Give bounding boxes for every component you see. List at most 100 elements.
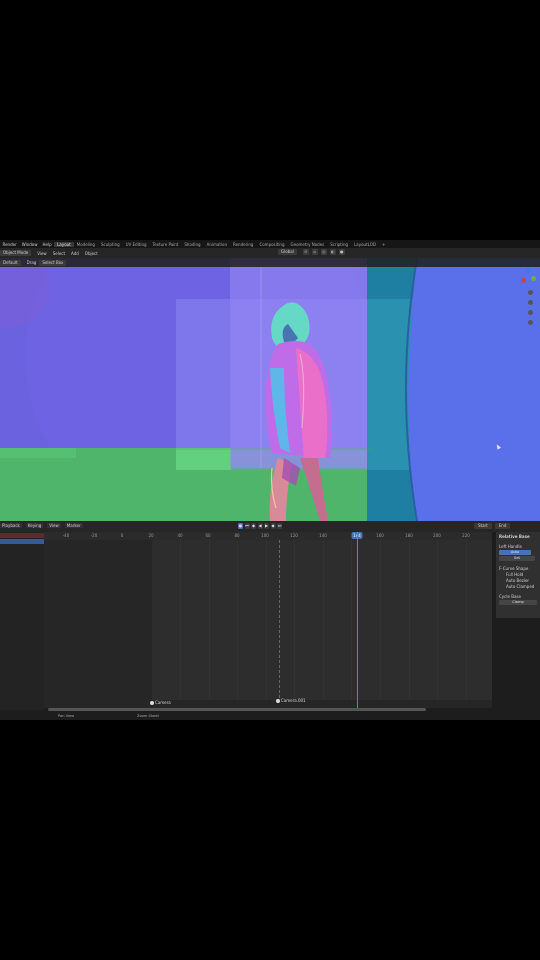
cycle-base-dropdown[interactable]: Clamp [499, 600, 537, 605]
play-button[interactable]: ▶ [264, 523, 269, 529]
transform-tools: Global ⊙ ⌂ ◎ ◐ ● [278, 249, 345, 255]
next-key-button[interactable]: ◆ [270, 523, 276, 529]
tick-label: 120 [290, 533, 298, 538]
menu-view[interactable]: View [34, 251, 50, 256]
jump-end-button[interactable]: ⏭ [277, 523, 282, 529]
tick-label: 160 [376, 533, 384, 538]
tick-label: 40 [177, 533, 183, 538]
status-pan-view: Pan View [58, 714, 75, 718]
tick-label: 0 [120, 533, 124, 538]
orientation-default-dropdown[interactable]: Default [0, 259, 21, 266]
gizmo-y-icon[interactable] [531, 276, 536, 281]
option-auto-bezier[interactable]: Auto Bezier [506, 578, 529, 583]
menu-timeline-view[interactable]: View [47, 523, 61, 528]
blender-window: Render Window Help Layout Modeling Sculp… [0, 240, 540, 720]
tick-label: 200 [433, 533, 441, 538]
start-frame-field[interactable]: Start [474, 523, 492, 529]
pivot-icon[interactable]: ⊙ [302, 249, 309, 255]
tick-label: -20 [90, 533, 98, 538]
left-handle-label: Left Handle [499, 544, 522, 549]
tick-label: 140 [319, 533, 327, 538]
set-button[interactable]: Set [499, 556, 535, 561]
menu-window[interactable]: Window [19, 242, 40, 247]
gizmo-perspective-icon[interactable] [528, 320, 533, 325]
add-workspace-button[interactable]: + [379, 242, 388, 247]
shading-icon[interactable]: ● [338, 249, 345, 255]
top-menubar: Render Window Help Layout Modeling Sculp… [0, 240, 540, 248]
select-box-dropdown[interactable]: Select Box [39, 259, 67, 266]
tool-settings-row: Default Drag Select Box [0, 258, 540, 267]
end-frame-field[interactable]: End [494, 523, 511, 529]
marker-camera-001[interactable]: Camera.001 [276, 698, 306, 703]
menu-help[interactable]: Help [40, 242, 54, 247]
viewport-header: Object Mode View Select Add Object Globa… [0, 248, 540, 258]
menu-keying[interactable]: Keying [25, 523, 44, 528]
tab-modeling[interactable]: Modeling [74, 242, 98, 247]
tab-scripting[interactable]: Scripting [327, 242, 351, 247]
status-bar: Pan View Zoom Sheet [0, 712, 540, 720]
camera-marker-icon [150, 701, 154, 705]
prev-key-button[interactable]: ◆ [251, 523, 256, 529]
option-auto-clamped[interactable]: Auto Clamped [506, 584, 534, 589]
fcurve-sidebar: Relative Base Left Handle Auto Set F-Cur… [496, 532, 540, 618]
status-zoom-sheet: Zoom Sheet [137, 714, 159, 718]
tick-label: 180 [405, 533, 413, 538]
gizmo-pan-icon[interactable] [528, 300, 533, 305]
navigation-gizmo[interactable] [519, 268, 537, 338]
frame-ruler[interactable]: -40 -20 0 20 40 60 80 100 120 140 160 18… [44, 532, 492, 540]
play-reverse-button[interactable]: ◀ [257, 523, 263, 529]
tick-label: 60 [205, 533, 211, 538]
jump-start-button[interactable]: ⏮ [244, 523, 250, 529]
channel-list [0, 532, 44, 710]
gizmo-z-icon[interactable] [526, 268, 531, 273]
tab-texture-paint[interactable]: Texture Paint [150, 242, 182, 247]
record-button[interactable]: ● [238, 523, 243, 529]
overlay-icon[interactable]: ◐ [329, 249, 336, 255]
timeline-header: Playback Keying View Marker ● ⏮ ◆ ◀ ▶ ◆ … [0, 521, 540, 532]
gizmo-x-icon[interactable] [521, 278, 526, 283]
channel-row[interactable] [0, 533, 44, 538]
tick-label: 80 [234, 533, 240, 538]
gizmo-camera-icon[interactable] [528, 310, 533, 315]
tab-uv-editing[interactable]: UV Editing [123, 242, 150, 247]
tick-label: -40 [62, 533, 70, 538]
tab-layoutlod[interactable]: LayoutLOD [351, 242, 379, 247]
menu-marker[interactable]: Marker [64, 523, 83, 528]
timeline-area[interactable] [44, 540, 492, 708]
panel-title: Relative Base [499, 534, 530, 539]
tab-layout[interactable]: Layout [54, 241, 74, 247]
proportional-edit-icon[interactable]: ◎ [320, 249, 327, 255]
playback-controls: ● ⏮ ◆ ◀ ▶ ◆ ⏭ [238, 523, 282, 529]
handle-type-field[interactable]: Auto [499, 550, 531, 555]
tab-shading[interactable]: Shading [181, 242, 203, 247]
tab-geometry-nodes[interactable]: Geometry Nodes [288, 242, 328, 247]
menu-select[interactable]: Select [50, 251, 68, 256]
tab-animation[interactable]: Animation [204, 242, 230, 247]
marker-camera[interactable]: Camera [150, 700, 171, 705]
viewport-scene [0, 258, 540, 521]
fcurve-shape-label: F-Curve Shape [499, 566, 529, 571]
drag-label: Drag [26, 260, 37, 265]
option-full-hold[interactable]: Full Hold [506, 572, 523, 577]
gizmo-zoom-icon[interactable] [528, 290, 533, 295]
tick-label: 220 [462, 533, 470, 538]
tick-label: 100 [261, 533, 269, 538]
camera-marker-icon [276, 699, 280, 703]
menu-add[interactable]: Add [68, 251, 82, 256]
transform-orientation-dropdown[interactable]: Global [278, 249, 297, 255]
frame-range-region [152, 540, 492, 700]
playhead[interactable] [357, 532, 358, 710]
tab-sculpting[interactable]: Sculpting [98, 242, 123, 247]
3d-viewport[interactable] [0, 258, 540, 521]
tick-label: 20 [148, 533, 154, 538]
tab-compositing[interactable]: Compositing [256, 242, 287, 247]
object-mode-dropdown[interactable]: Object Mode [0, 250, 32, 256]
menu-playback[interactable]: Playback [0, 523, 22, 528]
cycle-base-label: Cycle Base [499, 594, 521, 599]
timeline-scrollbar[interactable] [48, 708, 426, 711]
tab-rendering[interactable]: Rendering [230, 242, 256, 247]
menu-object[interactable]: Object [82, 251, 101, 256]
snap-icon[interactable]: ⌂ [311, 249, 318, 255]
menu-render[interactable]: Render [0, 242, 19, 247]
channel-row-selected[interactable] [0, 539, 44, 544]
